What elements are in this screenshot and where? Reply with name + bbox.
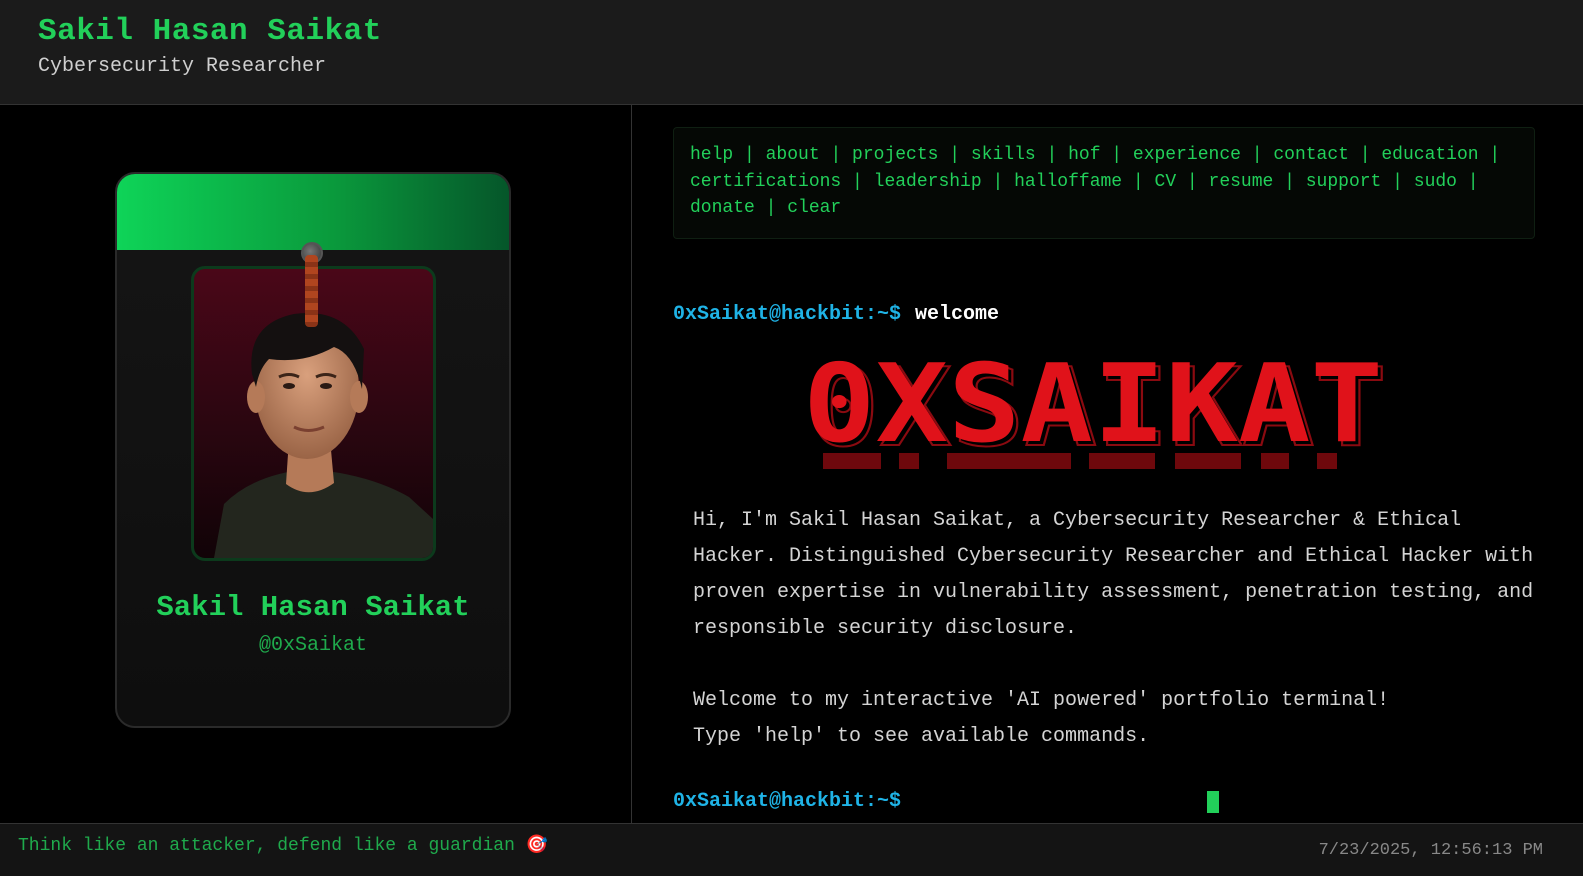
cmd-certifications[interactable]: certifications (690, 172, 841, 192)
badge-handle[interactable]: @0xSaikat (117, 634, 509, 657)
cmd-sudo[interactable]: sudo (1414, 172, 1457, 192)
site-owner-name: Sakil Hasan Saikat (38, 14, 382, 49)
intro-line: Hi, I'm Sakil Hasan Saikat, a Cybersecur… (693, 509, 1462, 532)
input-prompt-line[interactable]: 0xSaikat@hackbit:~$ (673, 790, 901, 813)
footer: Think like an attacker, defend like a gu… (0, 823, 1583, 876)
ascii-banner-text: 0XSAIKAT (803, 353, 1383, 467)
cmd-skills[interactable]: skills (971, 145, 1036, 165)
cmd-cv[interactable]: CV (1155, 172, 1177, 192)
cmd-projects[interactable]: projects (852, 145, 938, 165)
cmd-education[interactable]: education (1381, 145, 1478, 165)
cmd-leadership[interactable]: leadership (874, 172, 982, 192)
cmd-donate[interactable]: donate (690, 198, 755, 218)
cmd-halloffame[interactable]: halloffame (1014, 172, 1122, 192)
help-hint: Type 'help' to see available commands. (693, 725, 1150, 748)
cmd-resume[interactable]: resume (1209, 172, 1274, 192)
intro-line: Hacker. Distinguished Cybersecurity Rese… (693, 545, 1534, 568)
cmd-hof[interactable]: hof (1068, 145, 1100, 165)
footer-datetime: 7/23/2025, 12:56:13 PM (1318, 841, 1543, 860)
terminal-prompt: 0xSaikat@hackbit:~$ (673, 790, 902, 813)
badge-name: Sakil Hasan Saikat (156, 591, 470, 624)
terminal-prompt: 0xSaikat@hackbit:~$ (673, 303, 902, 326)
history-prompt-line: 0xSaikat@hackbit:~$ welcome (673, 303, 999, 326)
header: Sakil Hasan Saikat Cybersecurity Researc… (0, 0, 1583, 105)
intro-text: Hi, I'm Sakil Hasan Saikat, a Cybersecur… (693, 503, 1543, 755)
footer-motto: Think like an attacker, defend like a gu… (18, 836, 549, 856)
cmd-contact[interactable]: contact (1273, 145, 1349, 165)
welcome-message: Welcome to my interactive 'AI powered' p… (693, 689, 1390, 712)
ascii-banner: 0XSAIKAT 0XSAIKAT (803, 353, 1388, 472)
intro-line: proven expertise in vulnerability assess… (693, 581, 1534, 604)
profile-pane: Sakil Hasan Saikat @0xSaikat (0, 105, 632, 823)
cmd-experience[interactable]: experience (1133, 145, 1241, 165)
site-owner-role: Cybersecurity Researcher (38, 55, 327, 78)
terminal-pane[interactable]: help | about | projects | skills | hof |… (633, 105, 1583, 823)
cmd-clear[interactable]: clear (787, 198, 841, 218)
badge-header-strip (117, 174, 509, 250)
intro-line: responsible security disclosure. (693, 617, 1078, 640)
lanyard-strap (305, 255, 318, 327)
executed-command: welcome (915, 303, 1000, 326)
terminal-cursor (1207, 791, 1219, 813)
cmd-support[interactable]: support (1306, 172, 1382, 192)
cmd-help[interactable]: help (690, 145, 733, 165)
cmd-about[interactable]: about (766, 145, 820, 165)
command-list: help | about | projects | skills | hof |… (673, 127, 1535, 239)
